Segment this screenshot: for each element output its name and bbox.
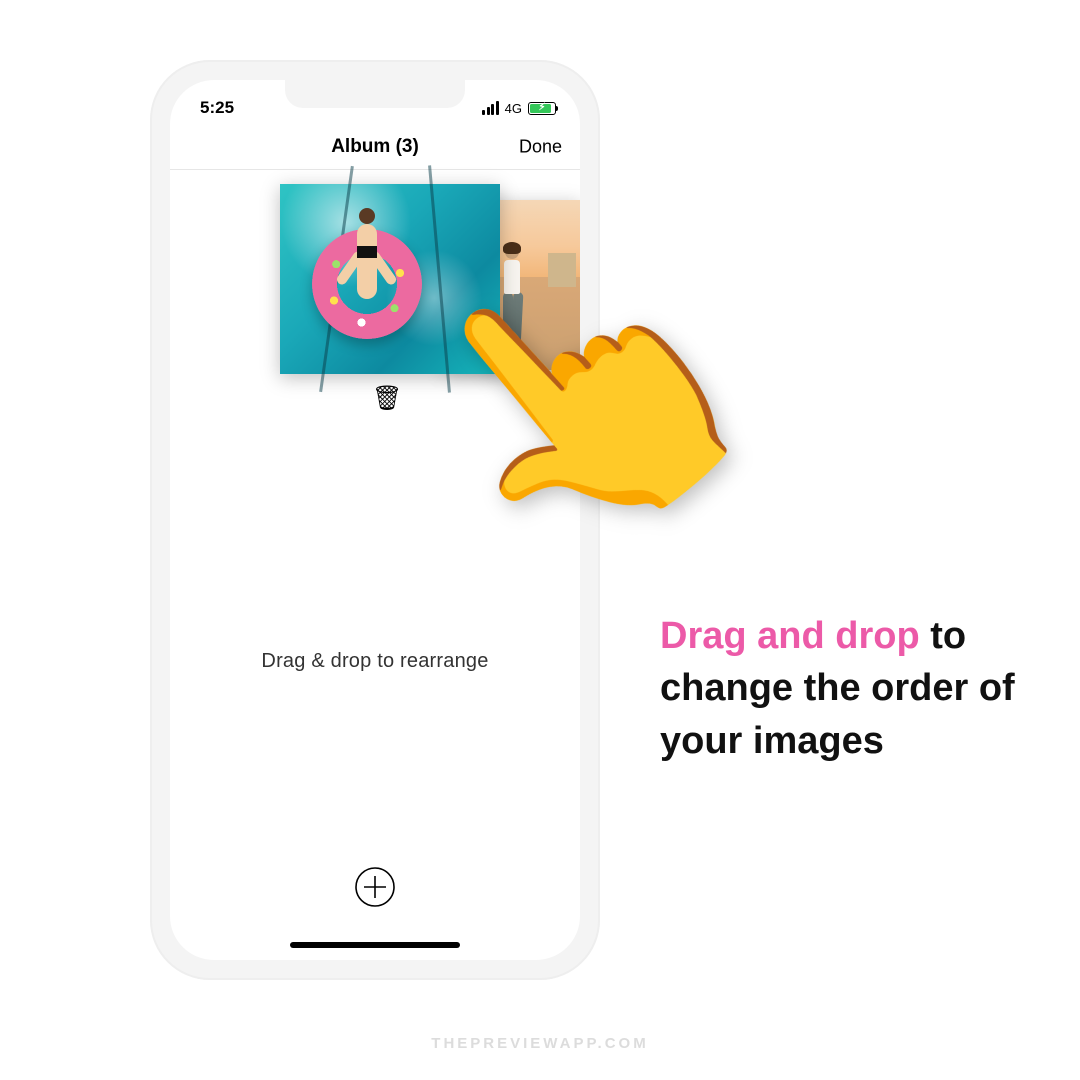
status-right: 4G ⚡︎ (482, 101, 556, 116)
instruction-caption: Drag and drop to change the order of you… (660, 610, 1020, 767)
done-button[interactable]: Done (519, 136, 562, 157)
battery-icon: ⚡︎ (528, 102, 556, 115)
nav-title: Album (3) (331, 136, 419, 158)
add-button[interactable] (354, 866, 396, 908)
caption-highlight: Drag and drop (660, 615, 920, 657)
nav-bar: Album (3) Done (170, 124, 580, 170)
signal-icon (482, 101, 499, 115)
rearrange-hint: Drag & drop to rearrange (170, 650, 580, 673)
watermark: THEPREVIEWAPP.COM (0, 1035, 1080, 1052)
plus-circle-icon (354, 866, 396, 908)
home-indicator (290, 942, 460, 948)
status-time: 5:25 (200, 98, 234, 118)
phone-notch (285, 80, 465, 108)
network-label: 4G (505, 101, 522, 116)
